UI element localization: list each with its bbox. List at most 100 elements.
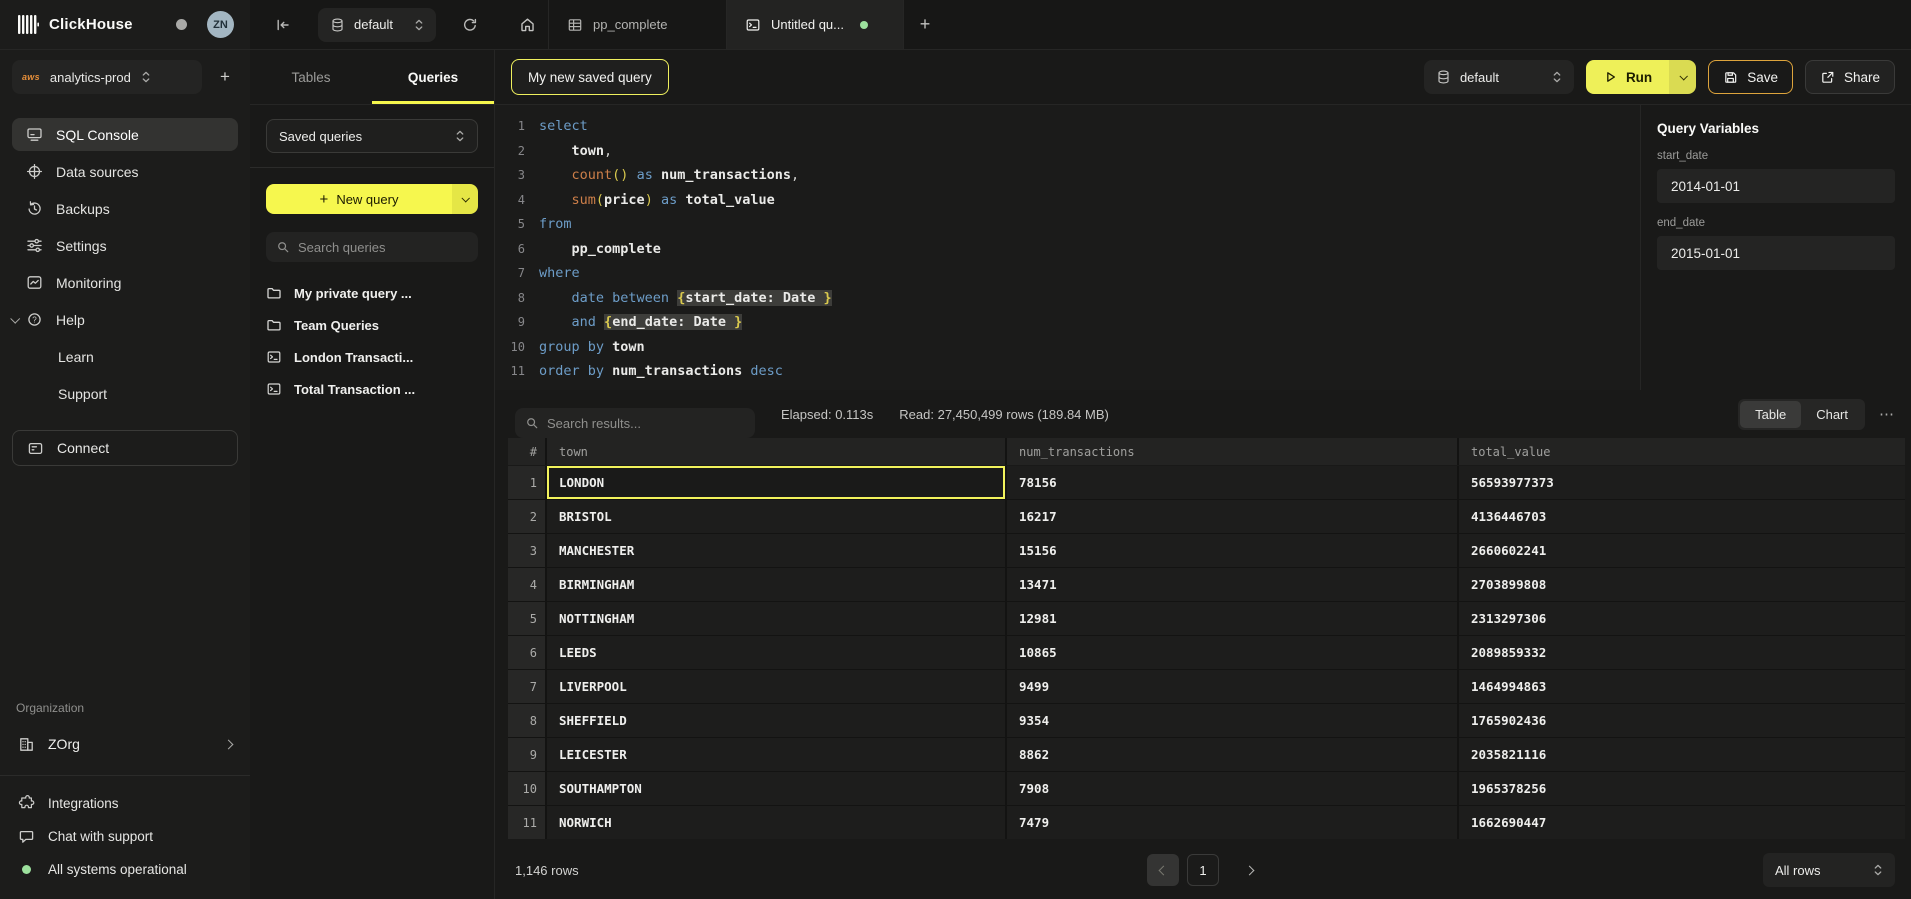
tab-pp-complete[interactable]: pp_complete [548, 0, 726, 49]
num-transactions-cell[interactable]: 13471 [1007, 568, 1457, 601]
new-query-button[interactable]: + New query [266, 184, 478, 214]
num-transactions-cell[interactable]: 9354 [1007, 704, 1457, 737]
num-transactions-cell[interactable]: 7908 [1007, 772, 1457, 805]
home-icon[interactable] [506, 0, 548, 49]
sidebar-item-backups[interactable]: Backups [12, 192, 238, 225]
town-cell[interactable]: SHEFFIELD [547, 704, 1005, 737]
total-value-cell[interactable]: 56593977373 [1459, 466, 1905, 499]
tab-tables[interactable]: Tables [250, 50, 372, 104]
saved-query-tab[interactable]: My new saved query [511, 59, 669, 95]
num-transactions-cell[interactable]: 8862 [1007, 738, 1457, 771]
code-line[interactable]: 1select [495, 114, 1640, 139]
organization-item[interactable]: ZOrg [12, 727, 238, 761]
saved-queries-select[interactable]: Saved queries [266, 119, 478, 153]
total-value-cell[interactable]: 1965378256 [1459, 772, 1905, 805]
sidebar-item-monitoring[interactable]: Monitoring [12, 266, 238, 299]
sidebar-item-help[interactable]: ? Help [12, 303, 238, 336]
total-value-cell[interactable]: 2089859332 [1459, 636, 1905, 669]
total-value-cell[interactable]: 2313297306 [1459, 602, 1905, 635]
total-value-cell[interactable]: 2035821116 [1459, 738, 1905, 771]
query-folder-item[interactable]: Team Queries [266, 312, 478, 338]
town-cell[interactable]: LONDON [547, 466, 1005, 499]
num-transactions-cell[interactable]: 12981 [1007, 602, 1457, 635]
num-transactions-cell[interactable]: 10865 [1007, 636, 1457, 669]
code-line[interactable]: 11order by num_transactions desc [495, 359, 1640, 384]
run-options-caret[interactable] [1669, 60, 1696, 94]
total-value-cell[interactable]: 1662690447 [1459, 806, 1905, 839]
row-index-cell: 8 [508, 704, 545, 737]
more-options-icon[interactable]: ⋯ [1879, 405, 1895, 423]
num-transactions-cell[interactable]: 15156 [1007, 534, 1457, 567]
new-query-caret[interactable] [452, 184, 478, 214]
num-transactions-cell[interactable]: 7479 [1007, 806, 1457, 839]
total-value-cell[interactable]: 2703899808 [1459, 568, 1905, 601]
total-value-cell[interactable]: 1765902436 [1459, 704, 1905, 737]
town-cell[interactable]: MANCHESTER [547, 534, 1005, 567]
code-line[interactable]: 2 town, [495, 139, 1640, 164]
sidebar-item-data-sources[interactable]: Data sources [12, 155, 238, 188]
sidebar-item-system-status[interactable]: All systems operational [12, 854, 238, 885]
start-date-input[interactable] [1657, 169, 1895, 203]
town-cell[interactable]: LEICESTER [547, 738, 1005, 771]
sidebar-item-learn[interactable]: Learn [12, 340, 238, 373]
town-cell[interactable]: SOUTHAMPTON [547, 772, 1005, 805]
database-selector[interactable]: default [318, 8, 436, 42]
prev-page-button[interactable] [1147, 854, 1179, 886]
query-item[interactable]: London Transacti... [266, 344, 478, 370]
column-header-total-value[interactable]: total_value [1459, 438, 1905, 465]
code-line[interactable]: 3 count() as num_transactions, [495, 163, 1640, 188]
total-value-cell[interactable]: 2660602241 [1459, 534, 1905, 567]
tab-untitled-query[interactable]: Untitled qu... [726, 0, 904, 49]
column-header-index[interactable]: # [508, 438, 545, 465]
town-cell[interactable]: LIVERPOOL [547, 670, 1005, 703]
sidebar-item-integrations[interactable]: Integrations [12, 788, 238, 819]
total-value-cell[interactable]: 1464994863 [1459, 670, 1905, 703]
sidebar-item-chat-support[interactable]: Chat with support [12, 821, 238, 852]
avatar[interactable]: ZN [207, 11, 234, 38]
search-results-input[interactable] [547, 416, 745, 431]
connect-button[interactable]: Connect [12, 430, 238, 466]
view-chart-button[interactable]: Chart [1801, 401, 1863, 428]
sidebar-item-sql-console[interactable]: SQL Console [12, 118, 238, 151]
end-date-input[interactable] [1657, 236, 1895, 270]
town-cell[interactable]: NOTTINGHAM [547, 602, 1005, 635]
code-line[interactable]: 5from [495, 212, 1640, 237]
total-value-cell[interactable]: 4136446703 [1459, 500, 1905, 533]
run-database-selector[interactable]: default [1424, 60, 1574, 94]
num-transactions-cell[interactable]: 16217 [1007, 500, 1457, 533]
sidebar-item-settings[interactable]: Settings [12, 229, 238, 262]
sidebar-item-support[interactable]: Support [12, 377, 238, 410]
town-cell[interactable]: BIRMINGHAM [547, 568, 1005, 601]
page-number[interactable]: 1 [1187, 854, 1219, 886]
add-service-plus-icon[interactable]: + [212, 64, 238, 90]
search-queries-input[interactable] [298, 240, 468, 255]
column-header-num-transactions[interactable]: num_transactions [1007, 438, 1457, 465]
code-line[interactable]: 4 sum(price) as total_value [495, 188, 1640, 213]
service-selector[interactable]: aws analytics-prod [12, 60, 202, 94]
code-line[interactable]: 7where [495, 261, 1640, 286]
collapse-sidebar-icon[interactable] [270, 12, 296, 38]
refresh-icon[interactable] [456, 11, 484, 39]
code-line[interactable]: 10group by town [495, 335, 1640, 360]
page-size-selector[interactable]: All rows [1763, 853, 1895, 887]
next-page-button[interactable] [1235, 854, 1263, 886]
tab-queries[interactable]: Queries [372, 50, 494, 104]
town-cell[interactable]: NORWICH [547, 806, 1005, 839]
code-line[interactable]: 8 date between {start_date: Date } [495, 286, 1640, 311]
new-tab-plus-icon[interactable]: + [904, 0, 946, 49]
town-cell[interactable]: BRISTOL [547, 500, 1005, 533]
num-transactions-cell[interactable]: 9499 [1007, 670, 1457, 703]
sql-editor[interactable]: 1select2 town,3 count() as num_transacti… [495, 105, 1640, 390]
save-button[interactable]: Save [1708, 60, 1793, 94]
share-button[interactable]: Share [1805, 60, 1895, 94]
town-cell[interactable]: LEEDS [547, 636, 1005, 669]
query-folder-item[interactable]: My private query ... [266, 280, 478, 306]
query-item[interactable]: Total Transaction ... [266, 376, 478, 402]
column-header-town[interactable]: town [547, 438, 1005, 465]
code-line[interactable]: 6 pp_complete [495, 237, 1640, 262]
view-table-button[interactable]: Table [1740, 401, 1801, 428]
run-button[interactable]: Run [1586, 60, 1696, 94]
notification-dot[interactable] [176, 19, 187, 30]
num-transactions-cell[interactable]: 78156 [1007, 466, 1457, 499]
code-line[interactable]: 9 and {end_date: Date } [495, 310, 1640, 335]
